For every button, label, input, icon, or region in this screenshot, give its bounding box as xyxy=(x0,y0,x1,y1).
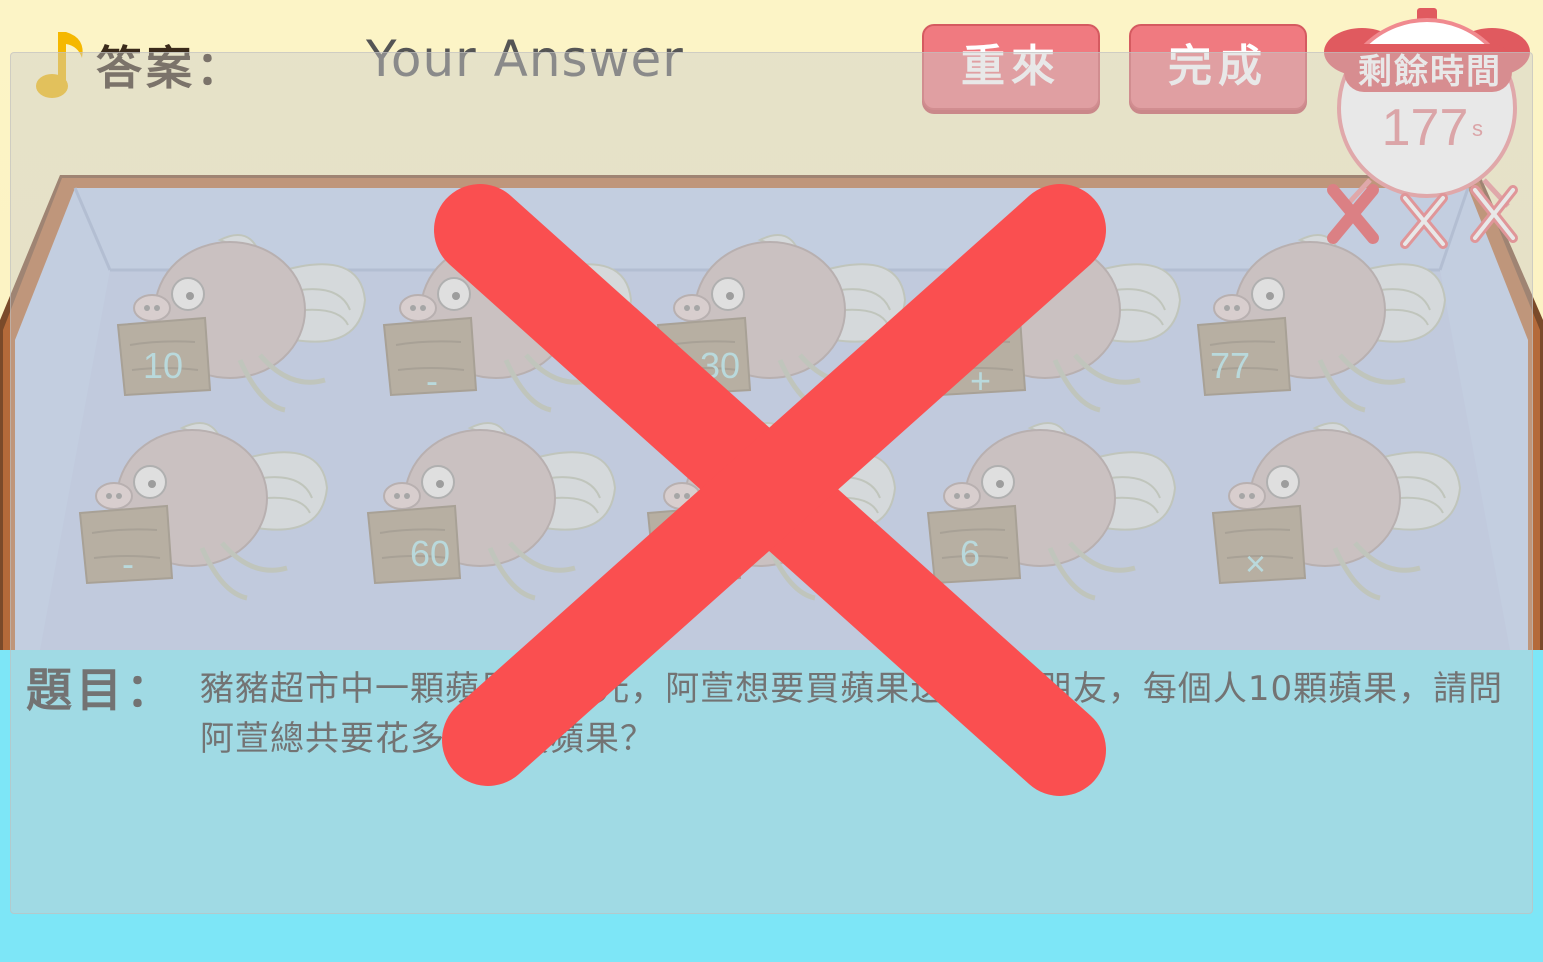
strike-icon xyxy=(1470,185,1518,243)
pig-fish-icon xyxy=(656,234,907,413)
timer-unit: s xyxy=(1472,116,1483,141)
fish-tile[interactable] xyxy=(640,418,910,608)
pig-fish-icon xyxy=(78,422,329,601)
fish-tile[interactable]: 10 xyxy=(110,230,380,420)
answer-field[interactable]: Your Answer xyxy=(366,30,684,88)
fish-tile-label: 10 xyxy=(143,345,184,386)
pig-fish-icon xyxy=(366,422,617,601)
done-button[interactable]: 完成 xyxy=(1129,24,1307,110)
strike-icon xyxy=(1400,193,1448,249)
timer-title: 剩餘時間 xyxy=(1358,52,1502,92)
fish-tile-label: + xyxy=(970,360,992,401)
fish-tile[interactable]: + xyxy=(925,230,1195,420)
fish-tile-label: 77 xyxy=(1210,345,1251,386)
fish-tile-label: - xyxy=(122,543,134,584)
restart-button[interactable]: 重來 xyxy=(922,24,1100,110)
pig-fish-icon xyxy=(926,422,1177,601)
timer-value: 177 xyxy=(1381,99,1469,157)
fish-tile[interactable]: × xyxy=(1205,418,1475,608)
pig-fish-icon xyxy=(382,234,633,413)
fish-tile-label: - xyxy=(426,360,438,401)
question-text: 豬豬超市中一顆蘋果賣30元，阿萱想要買蘋果送給6個朋友，每個人10顆蘋果，請問阿… xyxy=(200,669,1504,759)
fish-tile[interactable]: 60 xyxy=(360,418,630,608)
fish-tile[interactable]: 77 xyxy=(1190,230,1460,420)
fish-tile[interactable]: 6 xyxy=(920,418,1190,608)
fish-tile-label: 30 xyxy=(700,345,741,386)
pig-fish-icon xyxy=(1196,234,1447,413)
fish-tile[interactable]: - xyxy=(72,418,342,608)
fish-tile[interactable]: 30 xyxy=(650,230,920,420)
question-label: 題目： xyxy=(26,663,176,717)
fish-tile-label: 6 xyxy=(960,533,981,574)
music-note-icon xyxy=(36,32,83,98)
pig-fish-icon xyxy=(646,422,897,601)
fish-tile[interactable]: - xyxy=(376,230,646,420)
pig-fish-icon xyxy=(931,234,1182,413)
strike-marks xyxy=(1327,184,1518,249)
fish-tile-label: 60 xyxy=(410,533,451,574)
strike-icon xyxy=(1327,184,1379,244)
fish-tile-label: × xyxy=(1245,543,1267,584)
pig-fish-icon xyxy=(116,234,367,413)
answer-label: 答案： xyxy=(96,41,246,95)
